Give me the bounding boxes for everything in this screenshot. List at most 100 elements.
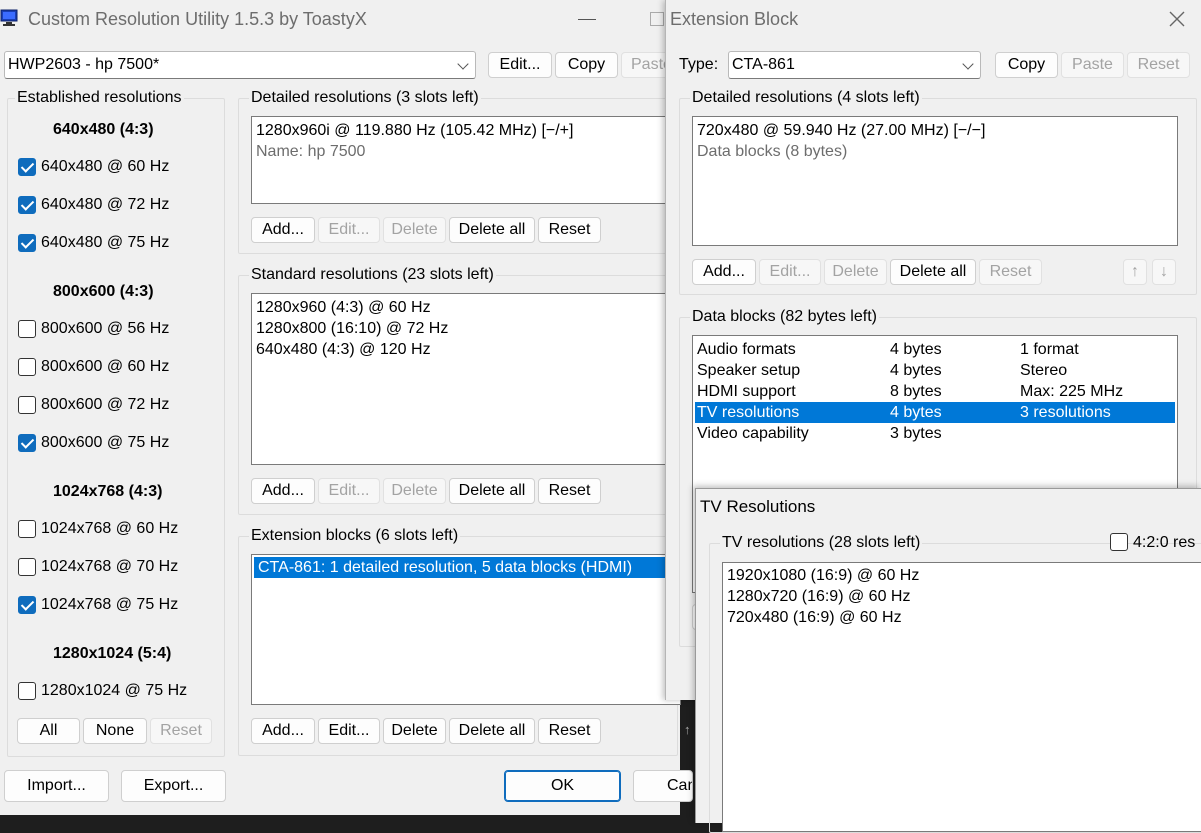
type-select[interactable]: CTA-861 [728,51,981,79]
checkbox-800x600-56[interactable] [18,320,36,338]
checkbox-800x600-75[interactable] [18,434,36,452]
extension-blocks-title: Extension blocks (6 slots left) [249,526,461,546]
move-down-button[interactable]: ↓ [1152,259,1176,285]
ext-detailed-add-button[interactable]: Add... [692,259,756,285]
data-block-row[interactable]: Speaker setup 4 bytes Stereo [695,360,1175,381]
label-1024x768-70: 1024x768 @ 70 Hz [41,558,179,575]
detailed-delete-button[interactable]: Delete [383,217,446,243]
list-item[interactable]: 1920x1080 (16:9) @ 60 Hz [723,565,1201,586]
list-item[interactable]: 1280x960 (4:3) @ 60 Hz [252,297,680,318]
minimize-icon[interactable] [578,19,596,20]
ext-detailed-edit-button[interactable]: Edit... [759,259,821,285]
checkbox-800x600-72[interactable] [18,396,36,414]
checkbox-640x480-60[interactable] [18,158,36,176]
ok-button[interactable]: OK [504,770,621,802]
app-icon [0,8,18,28]
checkbox-640x480-72[interactable] [18,196,36,214]
checkbox-800x600-60[interactable] [18,358,36,376]
detailed-delete-all-button[interactable]: Delete all [449,217,535,243]
ext-paste-button[interactable]: Paste [1061,52,1124,78]
list-item[interactable]: 1280x720 (16:9) @ 60 Hz [723,586,1201,607]
monitor-select-value: HWP2603 - hp 7500* [8,56,160,73]
checkbox-640x480-75[interactable] [18,234,36,252]
detailed-resolution-name: Name: hp 7500 [256,143,366,160]
extension-block-title: Extension Block [670,9,799,29]
ext-detailed-delete-all-button[interactable]: Delete all [890,259,976,285]
group-header-640x480: 640x480 (4:3) [53,121,154,138]
import-button[interactable]: Import... [4,770,109,802]
data-block-size: 4 bytes [890,404,942,421]
data-block-row-selected[interactable]: TV resolutions 4 bytes 3 resolutions [695,402,1175,423]
ext-detailed-reset-button[interactable]: Reset [979,259,1042,285]
tv-resolutions-list[interactable]: 1920x1080 (16:9) @ 60 Hz 1280x720 (16:9)… [722,562,1201,832]
label-640x480-75: 640x480 @ 75 Hz [41,234,170,251]
detailed-resolutions-title: Detailed resolutions (3 slots left) [249,88,481,108]
data-block-row[interactable]: HDMI support 8 bytes Max: 225 MHz [695,381,1175,402]
detailed-add-button[interactable]: Add... [251,217,315,243]
tv-resolutions-title: TV Resolutions [700,497,816,516]
data-block-size: 8 bytes [890,383,942,400]
extension-add-button[interactable]: Add... [251,718,315,744]
detailed-resolution-item[interactable]: 1280x960i @ 119.880 Hz (105.42 MHz) [−/+… [252,120,680,141]
data-blocks-title: Data blocks (82 bytes left) [690,307,879,327]
ext-detailed-list[interactable]: 720x480 @ 59.940 Hz (27.00 MHz) [−/−] Da… [692,116,1178,246]
list-item[interactable]: 1280x800 (16:10) @ 72 Hz [252,318,680,339]
data-block-info: 1 format [1020,341,1079,358]
ext-reset-button[interactable]: Reset [1127,52,1190,78]
data-block-size: 3 bytes [890,425,942,442]
checkbox-1024x768-70[interactable] [18,558,36,576]
arrow-up-icon[interactable]: ↑ [684,722,694,738]
chevron-down-icon [962,58,974,70]
standard-delete-all-button[interactable]: Delete all [449,478,535,504]
detailed-edit-button[interactable]: Edit... [318,217,380,243]
group-header-800x600: 800x600 (4:3) [53,283,154,300]
group-header-1024x768: 1024x768 (4:3) [53,483,163,500]
ext-detailed-sub: Data blocks (8 bytes) [697,143,848,160]
list-item[interactable]: 640x480 (4:3) @ 120 Hz [252,339,680,360]
label-800x600-72: 800x600 @ 72 Hz [41,396,170,413]
export-button[interactable]: Export... [121,770,226,802]
detailed-resolutions-list[interactable]: 1280x960i @ 119.880 Hz (105.42 MHz) [−/+… [251,116,681,204]
detailed-reset-button[interactable]: Reset [538,217,601,243]
arrow-up-icon: ↑ [1131,263,1139,280]
established-reset-button[interactable]: Reset [150,718,212,744]
cancel-button[interactable]: Canc [633,770,693,802]
checkbox-1024x768-60[interactable] [18,520,36,538]
close-icon[interactable] [1168,10,1186,28]
group-header-1280x1024: 1280x1024 (5:4) [53,645,172,662]
all-button[interactable]: All [17,718,80,744]
ext-detailed-delete-button[interactable]: Delete [824,259,887,285]
standard-delete-button[interactable]: Delete [383,478,446,504]
standard-resolutions-list[interactable]: 1280x960 (4:3) @ 60 Hz 1280x800 (16:10) … [251,293,681,465]
checkbox-420[interactable] [1110,533,1128,551]
extension-edit-button[interactable]: Edit... [318,718,380,744]
copy-button[interactable]: Copy [555,52,618,78]
data-block-row[interactable]: Video capability 3 bytes [695,423,1175,444]
ext-copy-button[interactable]: Copy [995,52,1058,78]
tv-resolutions-group-title: TV resolutions (28 slots left) [720,533,923,553]
label-1024x768-75: 1024x768 @ 75 Hz [41,596,179,613]
ext-detailed-item[interactable]: 720x480 @ 59.940 Hz (27.00 MHz) [−/−] [693,120,1177,141]
chevron-down-icon [457,58,469,70]
data-block-name: Speaker setup [697,362,801,379]
extension-delete-all-button[interactable]: Delete all [449,718,535,744]
checkbox-1280x1024-75[interactable] [18,682,36,700]
standard-reset-button[interactable]: Reset [538,478,601,504]
extension-reset-button[interactable]: Reset [538,718,601,744]
extension-blocks-list[interactable]: CTA-861: 1 detailed resolution, 5 data b… [251,554,681,705]
list-item[interactable]: 720x480 (16:9) @ 60 Hz [723,607,1201,628]
established-resolutions-title: Established resolutions [15,88,184,108]
move-up-button[interactable]: ↑ [1123,259,1147,285]
standard-add-button[interactable]: Add... [251,478,315,504]
maximize-icon[interactable] [650,12,664,26]
checkbox-1024x768-75[interactable] [18,596,36,614]
edit-monitor-button[interactable]: Edit... [488,52,552,78]
label-1024x768-60: 1024x768 @ 60 Hz [41,520,179,537]
extension-delete-button[interactable]: Delete [383,718,446,744]
extension-block-item-selected[interactable]: CTA-861: 1 detailed resolution, 5 data b… [254,557,678,578]
data-block-row[interactable]: Audio formats 4 bytes 1 format [695,339,1175,360]
ext-detailed-title: Detailed resolutions (4 slots left) [690,88,922,108]
monitor-select[interactable]: HWP2603 - hp 7500* [4,51,476,79]
none-button[interactable]: None [83,718,147,744]
standard-edit-button[interactable]: Edit... [318,478,380,504]
